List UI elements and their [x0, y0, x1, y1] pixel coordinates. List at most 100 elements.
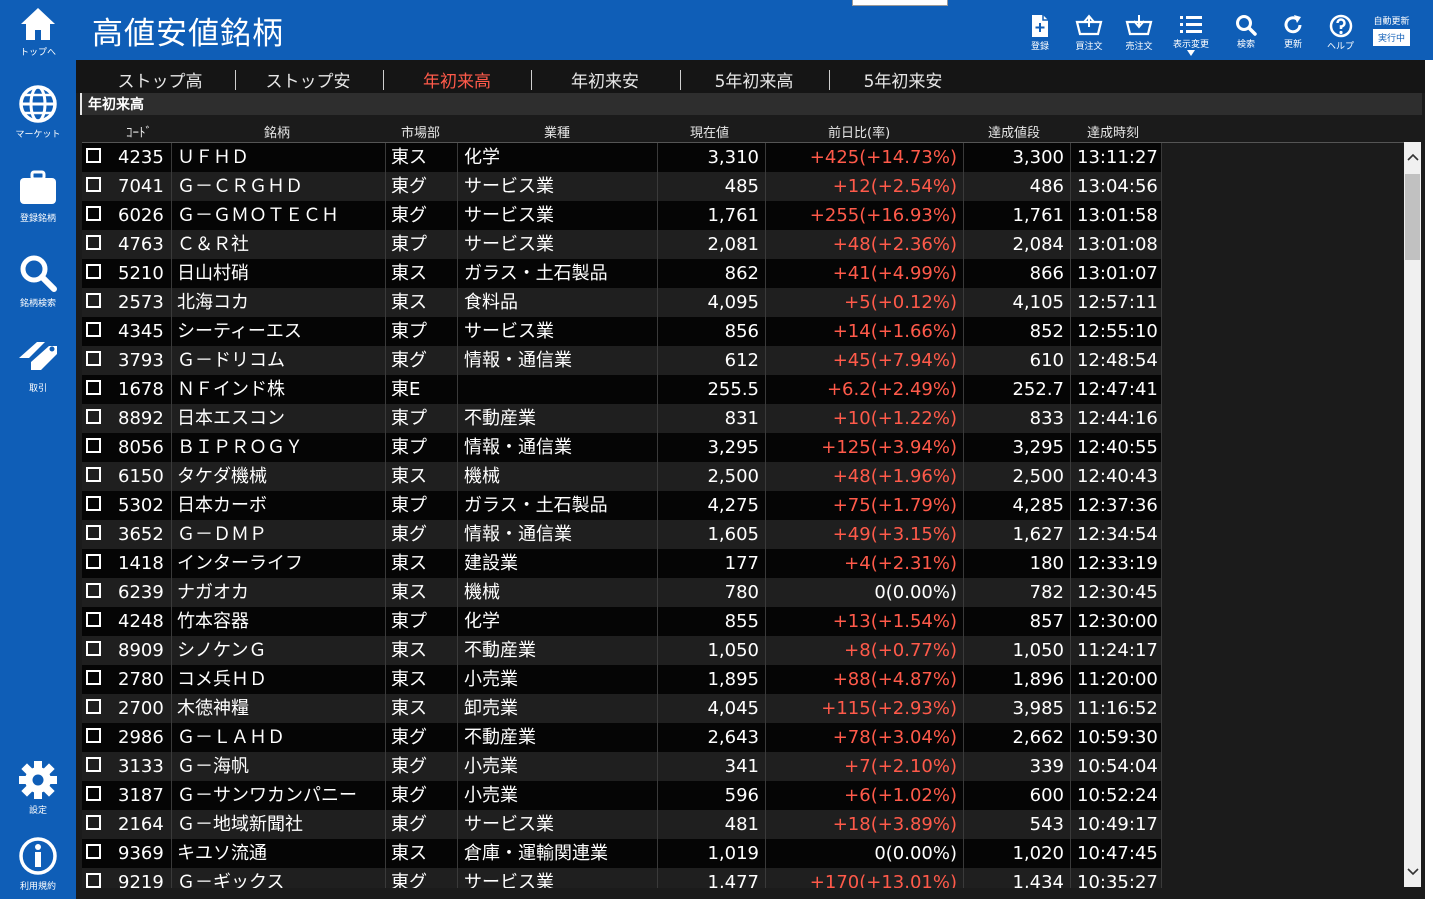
cell-change: +41(+4.99%): [766, 259, 964, 288]
tab-5y-low[interactable]: 5年初来安: [829, 67, 977, 92]
cell-name: シーティーエス: [172, 317, 386, 346]
table-row[interactable]: 2573 北海コカ 東ス 食料品 4,095 +5(+0.12%) 4,105 12:57:1…: [82, 288, 1162, 317]
scroll-thumb[interactable]: [1405, 174, 1420, 260]
column-header-hit-time[interactable]: 達成時刻: [1087, 122, 1139, 141]
row-checkbox[interactable]: [86, 293, 101, 308]
row-checkbox[interactable]: [86, 380, 101, 395]
table-row[interactable]: 9369 キユソ流通 東ス 倉庫・運輸関連業 1,019 0(0.00%) 1,020 10:…: [82, 839, 1162, 868]
display-change-button[interactable]: 表示変更: [1173, 14, 1209, 56]
table-row[interactable]: 3133 Ｇ－海帆 東グ 小売業 341 +7(+2.10%) 339 10:54:04: [82, 752, 1162, 781]
table-row[interactable]: 2164 Ｇ－地域新聞社 東グ サービス業 481 +18(+3.89%) 543 10:49…: [82, 810, 1162, 839]
scroll-up-button[interactable]: [1404, 142, 1421, 172]
row-checkbox[interactable]: [86, 641, 101, 656]
table-row[interactable]: 6239 ナガオカ 東ス 機械 780 0(0.00%) 782 12:30:45: [82, 578, 1162, 607]
sidebar-item-top[interactable]: トップへ: [0, 6, 76, 58]
row-checkbox[interactable]: [86, 525, 101, 540]
row-checkbox[interactable]: [86, 467, 101, 482]
row-checkbox[interactable]: [86, 670, 101, 685]
sidebar-item-terms[interactable]: 利用規約: [0, 836, 76, 892]
cell-hit-price: 852: [964, 317, 1071, 346]
table-row[interactable]: 8909 シノケンＧ 東ス 不動産業 1,050 +8(+0.77%) 1,050 11:24…: [82, 636, 1162, 665]
table-row[interactable]: 2780 コメ兵ＨＤ 東ス 小売業 1,895 +88(+4.87%) 1,896 11:20…: [82, 665, 1162, 694]
tab-stop-low[interactable]: ストップ安: [234, 67, 382, 92]
vertical-scrollbar[interactable]: [1404, 142, 1421, 887]
row-checkbox[interactable]: [86, 815, 101, 830]
sidebar-item-market[interactable]: マーケット: [0, 84, 76, 140]
table-row[interactable]: 5210 日山村硝 東ス ガラス・土石製品 862 +41(+4.99%) 866 13:01…: [82, 259, 1162, 288]
refresh-button[interactable]: 更新: [1282, 14, 1304, 50]
row-checkbox[interactable]: [86, 873, 101, 888]
sell-order-button[interactable]: 売注文: [1124, 14, 1154, 52]
column-header-change[interactable]: 前日比(率): [828, 122, 890, 141]
cell-market: 東グ: [386, 810, 458, 839]
sidebar-item-settings[interactable]: 設定: [0, 760, 76, 816]
table-row[interactable]: 4248 竹本容器 東プ 化学 855 +13(+1.54%) 857 12:30:00: [82, 607, 1162, 636]
row-checkbox[interactable]: [86, 264, 101, 279]
column-header-hit-price[interactable]: 達成値段: [988, 122, 1040, 141]
cell-sector: 食料品: [458, 288, 658, 317]
row-checkbox[interactable]: [86, 235, 101, 250]
table-row[interactable]: 3652 Ｇ－ＤＭＰ 東グ 情報・通信業 1,605 +49(+3.15%) 1,627 12…: [82, 520, 1162, 549]
cell-name: Ｇ－地域新聞社: [172, 810, 386, 839]
row-checkbox[interactable]: [86, 177, 101, 192]
help-button[interactable]: ヘルプ: [1327, 14, 1354, 52]
tab-5y-high[interactable]: 5年初来高: [680, 67, 828, 92]
row-checkbox[interactable]: [86, 409, 101, 424]
scroll-down-button[interactable]: [1404, 857, 1421, 887]
row-checkbox[interactable]: [86, 583, 101, 598]
table-row[interactable]: 4345 シーティーエス 東プ サービス業 856 +14(+1.66%) 852 12:55…: [82, 317, 1162, 346]
tab-ytd-high[interactable]: 年初来高: [383, 67, 531, 92]
column-header-code[interactable]: ｺｰﾄﾞ: [126, 122, 152, 141]
table-row[interactable]: 9219 Ｇ－ギックス 東グ サービス業 1,477 +170(+13.01%) 1,434…: [82, 868, 1162, 888]
row-checkbox[interactable]: [86, 351, 101, 366]
column-header-market[interactable]: 市場部: [401, 122, 440, 141]
column-header-name[interactable]: 銘柄: [264, 122, 290, 141]
table-row[interactable]: 4235 ＵＦＨＤ 東ス 化学 3,310 +425(+14.73%) 3,300 13:11…: [82, 143, 1162, 172]
cell-name: 日山村硝: [172, 259, 386, 288]
globe-icon: [19, 85, 57, 123]
table-row[interactable]: 1418 インターライフ 東ス 建設業 177 +4(+2.31%) 180 12:33:19: [82, 549, 1162, 578]
table-row[interactable]: 7041 Ｇ－ＣＲＧＨＤ 東グ サービス業 485 +12(+2.54%) 486 13:04…: [82, 172, 1162, 201]
search-button[interactable]: 検索: [1235, 14, 1257, 50]
cell-market: 東グ: [386, 520, 458, 549]
table-row[interactable]: 6026 Ｇ－ＧＭＯＴＥＣＨ 東グ サービス業 1,761 +255(+16.93%) 1,…: [82, 201, 1162, 230]
auto-update-label: 自動更新: [1373, 17, 1410, 27]
table-row[interactable]: 4763 Ｃ＆Ｒ社 東プ サービス業 2,081 +48(+2.36%) 2,084 13:0…: [82, 230, 1162, 259]
cell-change: +12(+2.54%): [766, 172, 964, 201]
sidebar-item-search[interactable]: 銘柄検索: [0, 253, 76, 309]
row-checkbox[interactable]: [86, 322, 101, 337]
row-checkbox[interactable]: [86, 844, 101, 859]
buy-order-button[interactable]: 買注文: [1074, 14, 1104, 52]
cell-price: 4,275: [658, 491, 766, 520]
sidebar-item-label: マーケット: [15, 130, 61, 140]
row-checkbox[interactable]: [86, 206, 101, 221]
row-checkbox[interactable]: [86, 699, 101, 714]
row-checkbox[interactable]: [86, 728, 101, 743]
table-row[interactable]: 8056 ＢＩＰＲＯＧＹ 東プ 情報・通信業 3,295 +125(+3.94%) 3,29…: [82, 433, 1162, 462]
row-checkbox[interactable]: [86, 786, 101, 801]
table-row[interactable]: 1678 ＮＦインド株 東E 255.5 +6.2(+2.49%) 252.7 12:47:…: [82, 375, 1162, 404]
table-row[interactable]: 5302 日本カーボ 東プ ガラス・土石製品 4,275 +75(+1.79%) 4,285…: [82, 491, 1162, 520]
tab-stop-high[interactable]: ストップ高: [86, 67, 234, 92]
column-header-sector[interactable]: 業種: [544, 122, 570, 141]
auto-update-toggle[interactable]: 実行中: [1373, 29, 1411, 46]
table-row[interactable]: 8892 日本エスコン 東プ 不動産業 831 +10(+1.22%) 833 12:44:1…: [82, 404, 1162, 433]
row-checkbox[interactable]: [86, 438, 101, 453]
table-row[interactable]: 3793 Ｇ－ドリコム 東グ 情報・通信業 612 +45(+7.94%) 610 12:48…: [82, 346, 1162, 375]
table-row[interactable]: 3187 Ｇ－サンワカンパニー 東グ 小売業 596 +6(+1.02%) 600 10:52…: [82, 781, 1162, 810]
sidebar-item-watchlist[interactable]: 登録銘柄: [0, 168, 76, 224]
row-checkbox[interactable]: [86, 554, 101, 569]
column-header-price[interactable]: 現在値: [690, 122, 729, 141]
list-view-icon: [1180, 16, 1202, 33]
table-row[interactable]: 2986 Ｇ－ＬＡＨＤ 東グ 不動産業 2,643 +78(+3.04%) 2,662 10:…: [82, 723, 1162, 752]
row-checkbox[interactable]: [86, 496, 101, 511]
row-checkbox[interactable]: [86, 757, 101, 772]
tab-ytd-low[interactable]: 年初来安: [531, 67, 679, 92]
row-checkbox[interactable]: [86, 612, 101, 627]
register-button[interactable]: 登録: [1027, 14, 1053, 52]
row-checkbox[interactable]: [86, 148, 101, 163]
sidebar-item-trade[interactable]: 取引: [0, 338, 76, 394]
cell-market: 東グ: [386, 752, 458, 781]
table-row[interactable]: 2700 木徳神糧 東ス 卸売業 4,045 +115(+2.93%) 3,985 11:16…: [82, 694, 1162, 723]
table-row[interactable]: 6150 タケダ機械 東ス 機械 2,500 +48(+1.96%) 2,500 12:40:…: [82, 462, 1162, 491]
